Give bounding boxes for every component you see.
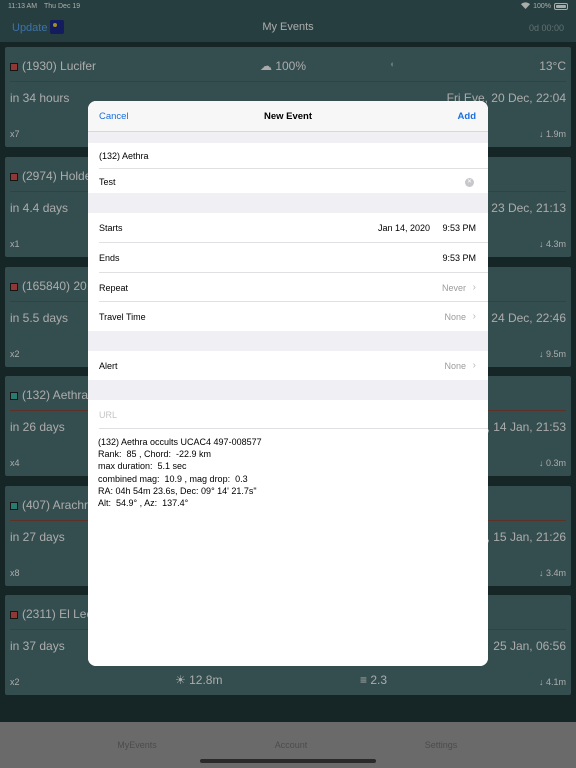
chevron-right-icon: ›: [472, 311, 476, 322]
tab-account[interactable]: Account: [231, 740, 351, 750]
notes-line: Rank: 85 , Chord: -22.9 km: [98, 449, 212, 460]
section-gap: [88, 193, 488, 213]
location-field-value: Test: [99, 177, 116, 187]
ends-label: Ends: [99, 253, 120, 263]
notes-line: (132) Aethra occults UCAC4 497-008577: [98, 437, 262, 447]
location-field[interactable]: Test ✕: [88, 169, 488, 193]
chevron-right-icon: ›: [472, 360, 476, 371]
starts-label: Starts: [99, 223, 123, 233]
section-gap: [88, 331, 488, 351]
sheet-title: New Event: [263, 111, 313, 122]
tab-settings[interactable]: Settings: [381, 740, 501, 750]
travel-time-value: None: [444, 312, 466, 322]
section-gap: [88, 132, 488, 143]
sheet-header: Cancel New Event Add: [88, 101, 488, 132]
clear-icon[interactable]: ✕: [465, 178, 474, 187]
alert-row[interactable]: Alert None ›: [88, 351, 488, 380]
alert-value: None: [444, 361, 466, 371]
chevron-right-icon: ›: [472, 282, 476, 293]
url-placeholder: URL: [99, 410, 118, 420]
alert-label: Alert: [99, 361, 118, 371]
travel-time-row[interactable]: Travel Time None ›: [88, 302, 488, 331]
notes-field[interactable]: (132) Aethra occults UCAC4 497-008577 Ra…: [88, 429, 488, 666]
title-field[interactable]: (132) Aethra: [88, 143, 488, 169]
travel-time-label: Travel Time: [99, 312, 146, 322]
url-field[interactable]: URL: [88, 400, 488, 429]
starts-row[interactable]: Starts Jan 14, 2020 9:53 PM: [88, 213, 488, 242]
new-event-sheet: Cancel New Event Add (132) Aethra Test ✕…: [88, 101, 488, 666]
starts-time[interactable]: 9:53 PM: [442, 223, 476, 233]
ends-row[interactable]: Ends 9:53 PM: [88, 243, 488, 272]
notes-line: Alt: 54.9° , Az: 137.4°: [98, 498, 189, 509]
title-field-value: (132) Aethra: [99, 151, 149, 161]
section-gap: [88, 380, 488, 400]
ends-time[interactable]: 9:53 PM: [442, 253, 476, 263]
tab-myevents[interactable]: MyEvents: [77, 740, 197, 750]
notes-line: combined mag: 10.9 , mag drop: 0.3: [98, 473, 248, 484]
add-button[interactable]: Add: [458, 111, 476, 122]
repeat-label: Repeat: [99, 283, 129, 293]
notes-line: max duration: 5.1 sec: [98, 461, 187, 472]
notes-line: RA: 04h 54m 23.6s, Dec: 09° 14' 21.7s": [98, 485, 257, 496]
repeat-row[interactable]: Repeat Never ›: [88, 273, 488, 302]
repeat-value: Never: [441, 283, 466, 293]
home-indicator[interactable]: [200, 759, 376, 763]
starts-date[interactable]: Jan 14, 2020: [378, 223, 430, 233]
